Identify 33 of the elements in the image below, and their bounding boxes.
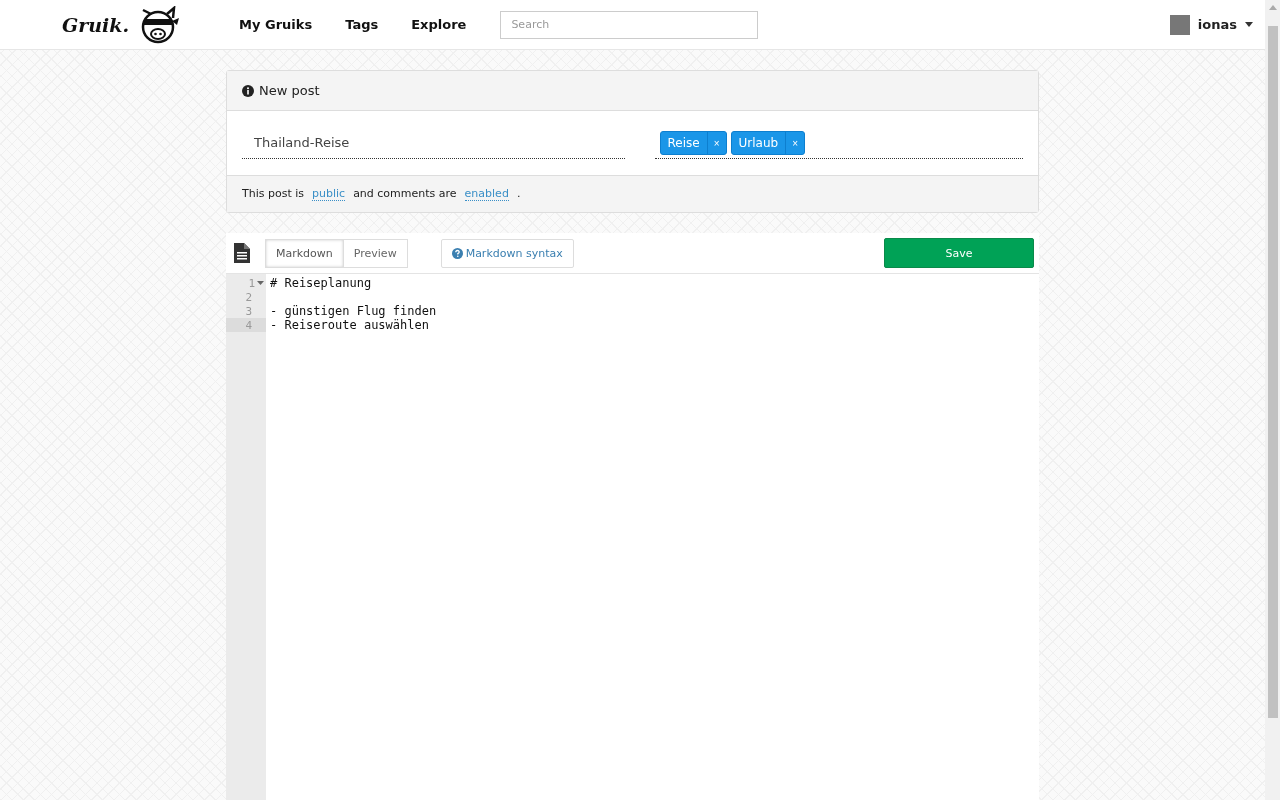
line-number: 1 xyxy=(226,276,266,290)
title-field[interactable]: Thailand-Reise xyxy=(242,126,625,159)
line-number: 2 xyxy=(244,290,253,304)
editor-tab[interactable]: Preview xyxy=(343,238,408,268)
fold-caret-icon[interactable] xyxy=(257,281,264,285)
tag-label: Reise xyxy=(666,135,701,152)
footer-text: . xyxy=(516,187,521,201)
document-icon xyxy=(234,243,250,263)
avatar-photo-placeholder xyxy=(1169,14,1190,35)
code-line: # Reiseplanung xyxy=(270,276,372,290)
line-number: 3 xyxy=(244,304,253,318)
line-number: 4 xyxy=(226,318,266,332)
panel-title: New post xyxy=(259,83,320,98)
code-editor[interactable]: 1 2 3 4 # Reiseplanung - günstigen Flug finden - Reiseroute auswählen xyxy=(226,274,1039,800)
markdown-syntax-button[interactable]: Markdown syntax xyxy=(440,238,574,268)
user-menu[interactable]: ionas xyxy=(1169,14,1253,35)
footer-text: This post is xyxy=(242,187,304,201)
tag-label: Urlaub xyxy=(737,135,780,152)
nav-link[interactable]: Explore xyxy=(411,17,467,32)
nav-link[interactable]: Tags xyxy=(345,17,379,32)
scrollbar[interactable] xyxy=(1265,0,1280,800)
footer-text: and comments are xyxy=(353,187,457,201)
info-icon xyxy=(242,84,254,97)
scroll-up-icon[interactable] xyxy=(1268,5,1277,10)
editor-tab[interactable]: Markdown xyxy=(265,238,344,268)
code-line: - Reiseroute auswählen xyxy=(270,318,429,332)
logo-text[interactable]: Gruik. xyxy=(62,13,130,36)
nav-link[interactable]: My Gruiks xyxy=(239,17,313,32)
search-field[interactable]: Search xyxy=(500,10,759,39)
caret-icon xyxy=(1245,22,1253,27)
code-line: - günstigen Flug finden xyxy=(270,304,437,318)
help-icon xyxy=(451,247,463,259)
scrollbar-thumb[interactable] xyxy=(1267,26,1278,718)
